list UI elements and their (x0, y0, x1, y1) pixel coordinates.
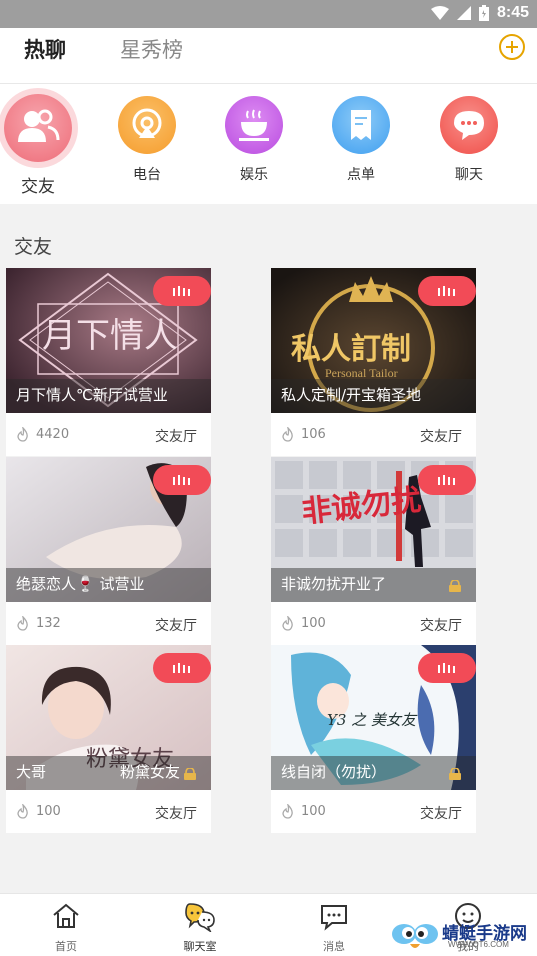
cup-icon (225, 96, 283, 154)
cover-art-text: Y3 之 美女友 (327, 711, 416, 729)
room-title: 绝瑟恋人🍷 试营业 (16, 575, 145, 593)
room-title: 线自闭（勿扰） (281, 763, 387, 781)
status-bar: 8:45 (0, 0, 537, 28)
heat-count: 106 (301, 427, 326, 442)
room-footer: 100 交友厅 (271, 602, 476, 645)
battery-icon (478, 5, 489, 21)
room-card[interactable]: 绝瑟恋人🍷 试营业 132 交友厅 (6, 457, 211, 645)
heat-count: 100 (301, 804, 326, 819)
lock-icon (184, 768, 196, 780)
radio-icon (118, 96, 176, 154)
fire-icon (282, 804, 293, 819)
category-label: 聊天 (455, 167, 483, 183)
room-footer: 132 交友厅 (6, 602, 211, 645)
lock-icon (449, 768, 461, 780)
dragonfly-logo-icon (392, 924, 438, 948)
site-watermark: 蜻蜓手游网 WWW.QT6.COM (390, 916, 535, 954)
section-title: 交友 (14, 236, 53, 258)
add-button[interactable] (499, 34, 525, 60)
heat-count: 100 (301, 616, 326, 631)
room-type: 交友厅 (420, 806, 462, 822)
room-card[interactable]: Y3 之 美女友 线自闭（勿扰） 100 交友厅 (271, 645, 476, 833)
live-badge (418, 276, 476, 306)
fire-icon (17, 616, 28, 631)
live-badge (153, 653, 211, 683)
room-card[interactable]: 粉黛女友 大哥 粉黛女友 100 交友厅 (6, 645, 211, 833)
tab-star-ranking[interactable]: 星秀榜 (120, 34, 183, 64)
live-badge (418, 465, 476, 495)
heat-count: 4420 (36, 427, 70, 442)
category-dating[interactable]: 交友 (0, 94, 88, 197)
watermark-subtext: WWW.QT6.COM (448, 940, 509, 949)
room-footer: 106 交友厅 (271, 413, 476, 456)
receipt-icon (332, 96, 390, 154)
room-card[interactable]: 私人訂制 Personal Tailor 私人定制/开宝箱圣地 106 交友厅 (271, 268, 476, 456)
room-title: 私人定制/开宝箱圣地 (281, 386, 422, 404)
home-icon (53, 903, 79, 928)
audio-bars-icon (173, 286, 190, 296)
audio-bars-icon (173, 475, 190, 485)
room-type: 交友厅 (155, 429, 197, 445)
nav-label: 首页 (55, 940, 77, 953)
fire-icon (17, 804, 28, 819)
cover-art-text: 私人訂制 (291, 332, 411, 367)
nav-label: 消息 (323, 940, 345, 953)
room-type: 交友厅 (155, 618, 197, 634)
chat-bubble-icon (440, 96, 498, 154)
fire-icon (282, 427, 293, 442)
wifi-icon (430, 6, 449, 20)
category-entertainment[interactable]: 娱乐 (204, 96, 304, 184)
message-icon (321, 905, 347, 931)
top-tab-bar: 热聊 星秀榜 (0, 28, 537, 84)
category-label: 点单 (347, 167, 375, 183)
category-radio[interactable]: 电台 (97, 96, 197, 184)
audio-bars-icon (438, 663, 455, 673)
room-title: 大哥 (16, 763, 47, 781)
category-order[interactable]: 点单 (311, 96, 411, 184)
nav-chatroom[interactable]: 聊天室 (160, 900, 240, 954)
nav-label: 聊天室 (183, 940, 217, 953)
room-type: 交友厅 (420, 618, 462, 634)
nav-home[interactable]: 首页 (26, 900, 106, 954)
room-title: 月下情人℃新厅试营业 (16, 386, 168, 404)
heat-count: 132 (36, 616, 61, 631)
audio-bars-icon (173, 663, 190, 673)
room-footer: 4420 交友厅 (6, 413, 211, 456)
status-time: 8:45 (496, 4, 529, 21)
chatroom-icon (185, 903, 215, 934)
live-badge (418, 653, 476, 683)
room-type: 交友厅 (420, 429, 462, 445)
cover-art-text: 月下情人 (42, 316, 178, 356)
room-card[interactable]: 非诚勿扰 非诚勿扰开业了 100 交友厅 (271, 457, 476, 645)
audio-bars-icon (438, 286, 455, 296)
category-label: 交友 (21, 177, 55, 197)
audio-bars-icon (438, 475, 455, 485)
heat-count: 100 (36, 804, 61, 819)
category-bar: 交友 电台 娱乐 点单 聊天 (0, 84, 537, 204)
room-type: 交友厅 (155, 806, 197, 822)
signal-icon (456, 6, 471, 20)
nav-messages[interactable]: 消息 (294, 900, 374, 954)
room-title: 非诚勿扰开业了 (281, 575, 387, 593)
live-badge (153, 465, 211, 495)
category-chat[interactable]: 聊天 (419, 96, 519, 184)
tab-hot-chat[interactable]: 热聊 (24, 34, 66, 64)
people-icon (4, 94, 72, 162)
room-footer: 100 交友厅 (271, 790, 476, 833)
lock-icon (449, 580, 461, 592)
room-footer: 100 交友厅 (6, 790, 211, 833)
room-title-secondary: 粉黛女友 (120, 763, 181, 781)
category-label: 娱乐 (240, 167, 268, 183)
room-card[interactable]: 月下情人 月下情人℃新厅试营业 4420 交友厅 (6, 268, 211, 456)
category-label: 电台 (133, 167, 161, 183)
fire-icon (17, 427, 28, 442)
live-badge (153, 276, 211, 306)
fire-icon (282, 616, 293, 631)
